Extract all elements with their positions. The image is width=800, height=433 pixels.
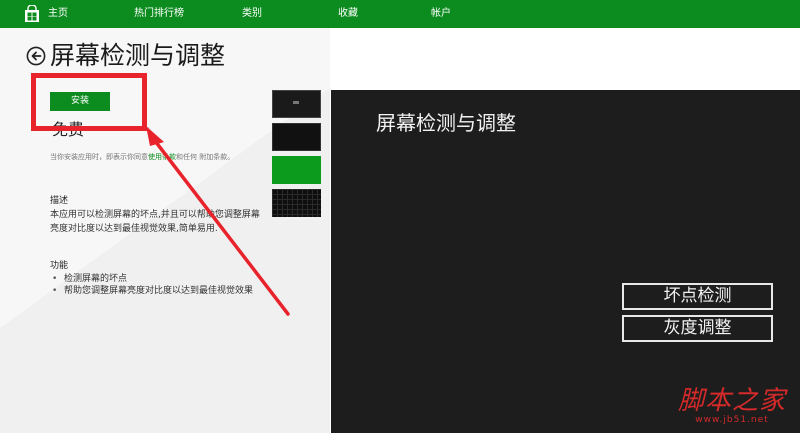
terms-prefix: 当你安装应用时，即表示你同意 bbox=[50, 153, 148, 161]
features-list: 检测屏幕的坏点 帮助您调整屏幕亮度对比度以达到最佳视觉效果 bbox=[50, 273, 265, 297]
screenshot-thumbnail-2[interactable] bbox=[272, 123, 321, 151]
nav-account[interactable]: 帐户 bbox=[431, 7, 451, 21]
screenshot-thumbnail-3[interactable] bbox=[272, 156, 321, 184]
top-nav-bar: 主页 热门排行榜 类别 收藏 帐户 bbox=[0, 0, 800, 28]
nav-categories[interactable]: 类别 bbox=[242, 7, 262, 21]
description-heading: 描述 bbox=[50, 196, 69, 206]
features-heading: 功能 bbox=[50, 261, 69, 271]
feature-item: 检测屏幕的坏点 bbox=[50, 273, 265, 285]
nav-favorites[interactable]: 收藏 bbox=[338, 7, 358, 21]
watermark-title: 脚本之家 bbox=[677, 386, 786, 416]
dead-pixel-test-button[interactable]: 坏点检测 bbox=[622, 283, 773, 310]
store-bag-icon[interactable] bbox=[24, 5, 40, 23]
page-title: 屏幕检测与调整 bbox=[50, 41, 226, 70]
feature-item: 帮助您调整屏幕亮度对比度以达到最佳视觉效果 bbox=[50, 285, 265, 297]
watermark-logo: 脚本之家 www.jb51.net bbox=[668, 387, 796, 425]
terms-of-use-link[interactable]: 使用条款 bbox=[148, 153, 176, 161]
preview-title: 屏幕检测与调整 bbox=[376, 111, 516, 135]
nav-home[interactable]: 主页 bbox=[48, 7, 68, 21]
grayscale-adjust-button[interactable]: 灰度调整 bbox=[622, 315, 773, 342]
nav-top-charts[interactable]: 热门排行榜 bbox=[134, 7, 184, 21]
terms-text: 当你安装应用时，即表示你同意使用条款和任何 附加条款。 bbox=[50, 151, 250, 164]
watermark-url: www.jb51.net bbox=[695, 415, 769, 425]
back-arrow-icon[interactable] bbox=[26, 46, 46, 66]
terms-suffix: 和任何 附加条款。 bbox=[176, 153, 235, 161]
thumbnail-mini-mark bbox=[293, 101, 299, 104]
screenshot-preview: 屏幕检测与调整 坏点检测 灰度调整 bbox=[331, 90, 800, 433]
annotation-highlight-box bbox=[31, 73, 147, 131]
description-text: 本应用可以检测屏幕的坏点,并且可以帮助您调整屏幕亮度对比度以达到最佳视觉效果,简… bbox=[50, 210, 260, 234]
screenshot-thumbnail-4[interactable] bbox=[272, 189, 321, 217]
screenshot-thumbnail-1[interactable] bbox=[272, 90, 321, 118]
